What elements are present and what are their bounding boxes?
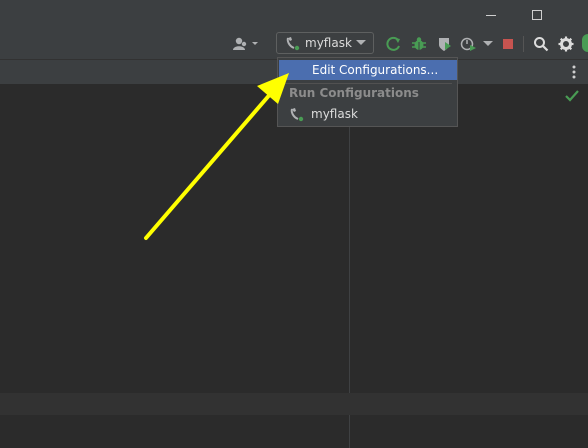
minimize-icon <box>486 15 496 16</box>
more-actions-button[interactable] <box>568 63 580 81</box>
python-run-config-icon <box>286 37 300 51</box>
gear-icon <box>558 36 574 52</box>
stop-icon <box>503 39 513 49</box>
editor-highlight-band <box>0 393 588 415</box>
inspection-status[interactable] <box>565 90 581 104</box>
profile-button[interactable] <box>458 33 480 55</box>
run-configurations-header: Run Configurations <box>289 86 419 100</box>
rerun-button[interactable] <box>384 33 404 55</box>
coverage-icon <box>439 38 451 51</box>
rerun-icon <box>386 36 400 51</box>
run-config-selector[interactable]: myflask <box>276 32 374 54</box>
more-run-options-button[interactable] <box>481 33 495 55</box>
user-icon <box>233 37 258 50</box>
toolbar-separator <box>523 36 524 52</box>
profile-icon <box>460 37 476 51</box>
run-config-item-myflask[interactable]: myflask <box>289 105 358 123</box>
minimize-button[interactable] <box>468 0 514 30</box>
run-config-label: myflask <box>305 36 352 50</box>
search-icon <box>534 37 549 52</box>
coverage-button[interactable] <box>434 33 454 55</box>
chevron-down-icon <box>483 41 493 46</box>
user-menu-button[interactable] <box>230 33 260 55</box>
edit-configurations-item[interactable]: Edit Configurations... <box>279 60 457 80</box>
debug-icon <box>412 37 426 50</box>
stop-button[interactable] <box>500 33 516 55</box>
title-bar <box>0 0 588 30</box>
python-run-config-icon <box>290 108 304 122</box>
run-config-item-label: myflask <box>311 107 358 121</box>
plugin-icon[interactable] <box>582 34 588 52</box>
settings-button[interactable] <box>556 33 576 55</box>
search-button[interactable] <box>531 33 551 55</box>
menu-separator <box>284 83 452 84</box>
more-vertical-icon <box>572 65 576 79</box>
maximize-button[interactable] <box>514 0 560 30</box>
chevron-down-icon <box>356 40 366 45</box>
checkmark-icon <box>565 90 579 102</box>
run-config-dropdown: Edit Configurations... Run Configuration… <box>277 57 458 127</box>
maximize-icon <box>532 10 542 20</box>
debug-button[interactable] <box>409 33 429 55</box>
